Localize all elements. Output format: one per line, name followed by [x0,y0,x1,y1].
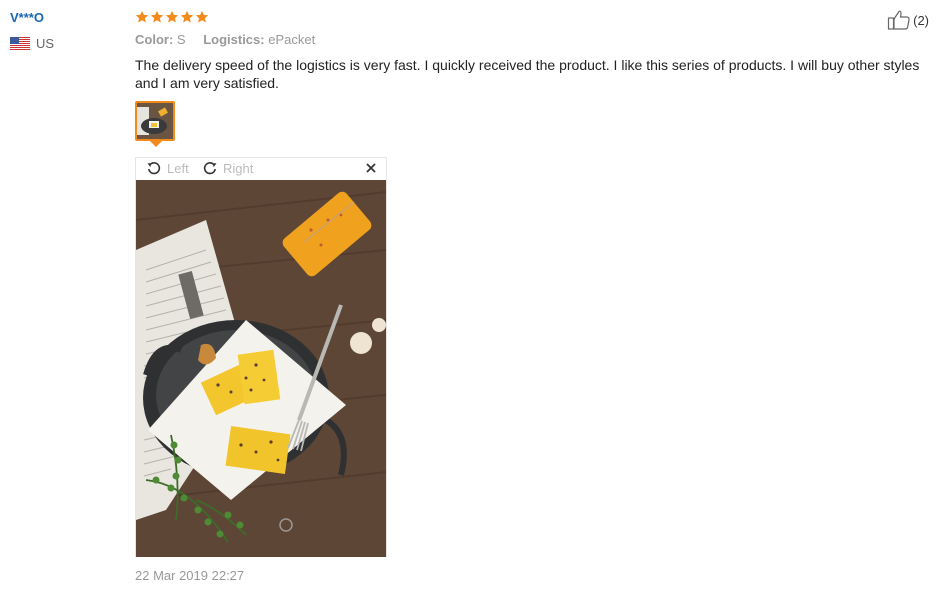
review-photo-thumbnail[interactable] [135,101,175,141]
photo-viewer: Left Right [135,157,387,557]
star-icon [150,10,164,23]
close-icon[interactable] [364,161,378,175]
helpful-count: (2) [913,12,929,28]
review-timestamp: 22 Mar 2019 22:27 [135,568,245,583]
star-icon [180,10,194,23]
star-icon [165,10,179,23]
logistics-value: ePacket [268,32,316,47]
color-label: Color: [135,32,174,47]
star-icon [135,10,149,23]
rotate-right-label: Right [223,160,254,176]
helpful-button[interactable]: (2) [887,9,929,31]
review-photo [136,180,386,557]
rotate-right-button[interactable]: Right [202,160,253,176]
logistics-label: Logistics: [203,32,265,47]
reviewer-name: V***O [10,10,44,25]
rotate-left-label: Left [167,160,189,176]
reviewer-country: US [10,36,54,51]
thumbs-up-icon[interactable] [887,9,911,31]
country-code: US [36,36,55,51]
viewer-toolbar: Left Right [136,158,386,180]
review-text: The delivery speed of the logistics is v… [135,57,920,91]
rotate-left-button[interactable]: Left [146,160,189,176]
review-meta: Color: S Logistics: ePacket [135,32,329,47]
us-flag-icon [10,37,30,50]
thumbnail-pointer [150,141,162,147]
rotate-left-icon [147,162,161,175]
star-rating [135,10,209,24]
rotate-right-icon [203,162,217,175]
color-value: S [176,32,186,47]
star-icon [195,10,209,23]
